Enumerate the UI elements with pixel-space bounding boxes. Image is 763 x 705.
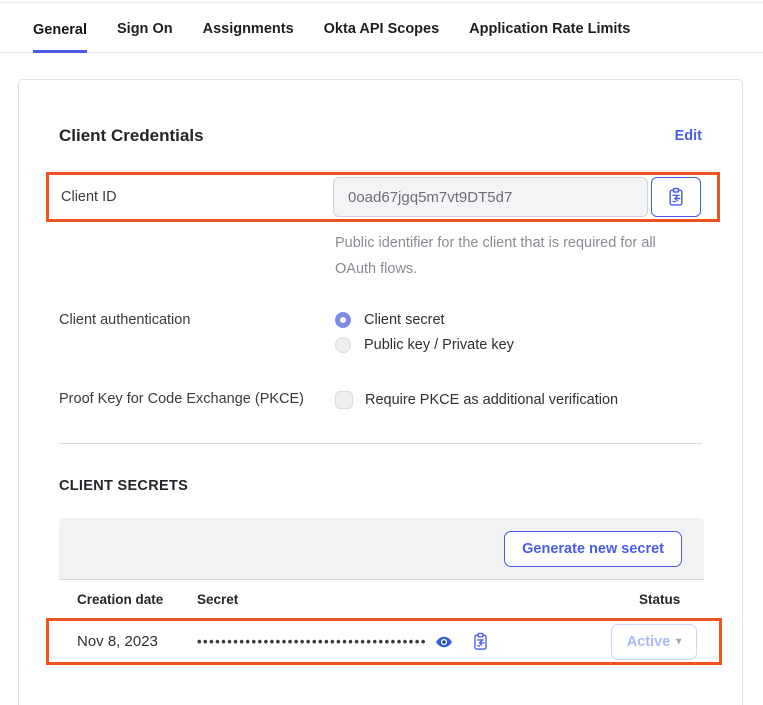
client-authentication-row: Client authentication Client secret Publ… bbox=[59, 312, 702, 354]
radio-label: Public key / Private key bbox=[364, 337, 514, 354]
section-divider bbox=[59, 443, 702, 445]
column-header-creation-date: Creation date bbox=[77, 591, 164, 607]
clipboard-copy-icon bbox=[666, 187, 686, 207]
eye-icon[interactable] bbox=[435, 633, 453, 651]
column-header-secret: Secret bbox=[197, 591, 239, 607]
tab-assignments[interactable]: Assignments bbox=[203, 21, 294, 52]
column-header-status: Status bbox=[639, 591, 681, 607]
secrets-table-toolbar: Generate new secret bbox=[59, 518, 704, 581]
pkce-checkbox-label: Require PKCE as additional verification bbox=[365, 392, 619, 409]
secret-row-highlight-annotation: Nov 8, 2023 ••••••••••••••••••••••••••••… bbox=[46, 618, 722, 666]
secret-cell: •••••••••••••••••••••••••••••••••••••• bbox=[197, 632, 589, 651]
table-row: Nov 8, 2023 ••••••••••••••••••••••••••••… bbox=[49, 621, 719, 662]
pkce-checkbox[interactable] bbox=[335, 391, 353, 410]
chevron-down-icon: ▾ bbox=[676, 636, 682, 648]
radio-option-client-secret[interactable]: Client secret bbox=[335, 312, 514, 329]
pkce-label: Proof Key for Code Exchange (PKCE) bbox=[59, 391, 305, 408]
radio-option-public-private-key[interactable]: Public key / Private key bbox=[335, 337, 514, 354]
pkce-row: Proof Key for Code Exchange (PKCE) Requi… bbox=[59, 391, 702, 410]
client-id-value: 0oad67jgq5m7vt9DT5d7 bbox=[348, 188, 513, 206]
client-authentication-options: Client secret Public key / Private key bbox=[335, 312, 514, 354]
client-id-label: Client ID bbox=[61, 189, 117, 205]
client-credentials-panel: Client Credentials Edit Client ID 0oad67… bbox=[18, 79, 743, 705]
client-id-highlight-annotation: Client ID 0oad67jgq5m7vt9DT5d7 bbox=[46, 172, 720, 222]
generate-new-secret-button[interactable]: Generate new secret bbox=[504, 530, 682, 567]
creation-date-cell: Nov 8, 2023 bbox=[77, 633, 158, 651]
tab-general[interactable]: General bbox=[33, 22, 87, 53]
client-secrets-title: CLIENT SECRETS bbox=[59, 478, 189, 495]
secrets-table-header: Creation date Secret Status bbox=[59, 580, 704, 618]
tab-application-rate-limits[interactable]: Application Rate Limits bbox=[469, 21, 630, 52]
client-id-value-field[interactable]: 0oad67jgq5m7vt9DT5d7 bbox=[333, 177, 648, 217]
client-id-help-text: Public identifier for the client that is… bbox=[335, 235, 656, 278]
status-badge: Active bbox=[626, 633, 671, 650]
tab-okta-api-scopes[interactable]: Okta API Scopes bbox=[324, 21, 440, 52]
copy-secret-icon[interactable] bbox=[471, 632, 490, 651]
masked-secret-value: •••••••••••••••••••••••••••••••••••••• bbox=[197, 634, 427, 650]
radio-label: Client secret bbox=[364, 312, 445, 329]
radio-unselected-icon[interactable] bbox=[335, 337, 351, 354]
tab-sign-on[interactable]: Sign On bbox=[117, 21, 173, 52]
pkce-checkbox-row: Require PKCE as additional verification bbox=[335, 391, 619, 410]
section-header: Client Credentials Edit bbox=[59, 126, 702, 146]
radio-selected-icon[interactable] bbox=[335, 312, 351, 329]
section-title: Client Credentials bbox=[59, 126, 204, 145]
app-tabbar: General Sign On Assignments Okta API Sco… bbox=[0, 3, 763, 53]
edit-link[interactable]: Edit bbox=[675, 128, 702, 144]
client-secrets-table: Generate new secret Creation date Secret… bbox=[46, 518, 722, 666]
client-authentication-label: Client authentication bbox=[59, 312, 191, 329]
status-dropdown-button[interactable]: Active ▾ bbox=[611, 623, 697, 660]
copy-client-id-button[interactable] bbox=[651, 177, 701, 217]
